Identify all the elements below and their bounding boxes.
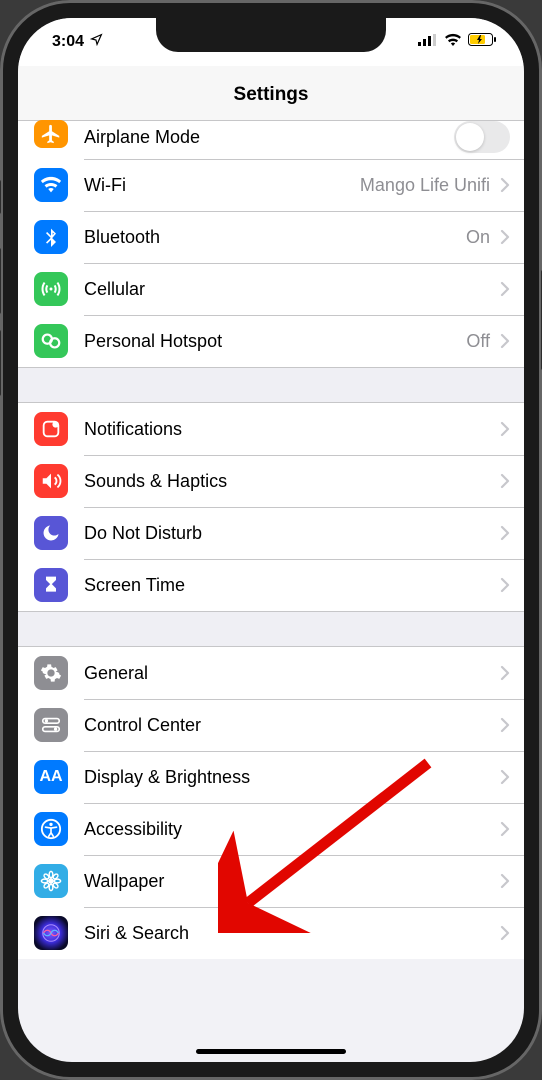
chevron-right-icon	[500, 769, 510, 785]
row-screentime[interactable]: Screen Time	[18, 559, 524, 611]
row-airplane[interactable]: Airplane Mode	[18, 121, 524, 159]
accessibility-icon	[34, 812, 68, 846]
row-label: Do Not Disturb	[84, 523, 490, 544]
row-label: Display & Brightness	[84, 767, 490, 788]
location-icon	[90, 33, 103, 51]
chevron-right-icon	[500, 577, 510, 593]
sounds-icon	[34, 464, 68, 498]
row-value: Mango Life Unifi	[360, 175, 490, 196]
group-notifications: Notifications Sounds & Haptics Do Not Dist…	[18, 403, 524, 611]
gear-icon	[34, 656, 68, 690]
airplane-switch[interactable]	[454, 121, 510, 153]
home-indicator[interactable]	[196, 1049, 346, 1054]
row-value: Off	[466, 331, 490, 352]
group-connectivity: Airplane Mode Wi-Fi Mango Life Unifi Blueto…	[18, 121, 524, 367]
row-hotspot[interactable]: Personal Hotspot Off	[18, 315, 524, 367]
row-label: Accessibility	[84, 819, 490, 840]
page-title: Settings	[18, 84, 524, 106]
volume-up-button	[0, 248, 1, 314]
row-label: Cellular	[84, 279, 490, 300]
row-wallpaper[interactable]: Wallpaper	[18, 855, 524, 907]
bluetooth-icon	[34, 220, 68, 254]
cellular-icon	[34, 272, 68, 306]
chevron-right-icon	[500, 665, 510, 681]
section-gap	[18, 611, 524, 647]
row-cellular[interactable]: Cellular	[18, 263, 524, 315]
switches-icon	[34, 708, 68, 742]
row-label: Siri & Search	[84, 923, 490, 944]
battery-icon	[468, 33, 496, 51]
phone-frame: 3:04 Settings Airplane Mod	[0, 0, 542, 1080]
chevron-right-icon	[500, 525, 510, 541]
airplane-icon	[34, 120, 68, 148]
chevron-right-icon	[500, 333, 510, 349]
wifi-icon	[34, 168, 68, 202]
row-sounds[interactable]: Sounds & Haptics	[18, 455, 524, 507]
row-notifications[interactable]: Notifications	[18, 403, 524, 455]
row-controlcenter[interactable]: Control Center	[18, 699, 524, 751]
chevron-right-icon	[500, 421, 510, 437]
silence-switch	[0, 180, 1, 214]
screen: 3:04 Settings Airplane Mod	[18, 18, 524, 1062]
chevron-right-icon	[500, 925, 510, 941]
group-general-settings: General Control Center AA Display & Brightn…	[18, 647, 524, 959]
chevron-right-icon	[500, 717, 510, 733]
row-label: Notifications	[84, 419, 490, 440]
settings-list[interactable]: Airplane Mode Wi-Fi Mango Life Unifi Blueto…	[18, 121, 524, 959]
row-wifi[interactable]: Wi-Fi Mango Life Unifi	[18, 159, 524, 211]
aa-icon: AA	[34, 760, 68, 794]
wifi-status-icon	[444, 33, 462, 51]
row-dnd[interactable]: Do Not Disturb	[18, 507, 524, 559]
hourglass-icon	[34, 568, 68, 602]
row-siri[interactable]: Siri & Search	[18, 907, 524, 959]
cell-signal-icon	[418, 33, 438, 51]
row-label: Sounds & Haptics	[84, 471, 490, 492]
row-label: Control Center	[84, 715, 490, 736]
nav-header: Settings	[18, 66, 524, 121]
siri-icon	[34, 916, 68, 950]
section-gap	[18, 367, 524, 403]
chevron-right-icon	[500, 821, 510, 837]
row-bluetooth[interactable]: Bluetooth On	[18, 211, 524, 263]
moon-icon	[34, 516, 68, 550]
row-label: Bluetooth	[84, 227, 458, 248]
row-label: Screen Time	[84, 575, 490, 596]
chevron-right-icon	[500, 229, 510, 245]
flower-icon	[34, 864, 68, 898]
row-label: Wi-Fi	[84, 175, 352, 196]
row-general[interactable]: General	[18, 647, 524, 699]
row-label: Personal Hotspot	[84, 331, 458, 352]
chevron-right-icon	[500, 473, 510, 489]
notch	[156, 18, 386, 52]
row-display[interactable]: AA Display & Brightness	[18, 751, 524, 803]
volume-down-button	[0, 330, 1, 396]
row-accessibility[interactable]: Accessibility	[18, 803, 524, 855]
chevron-right-icon	[500, 281, 510, 297]
row-label: Airplane Mode	[84, 127, 454, 148]
hotspot-icon	[34, 324, 68, 358]
chevron-right-icon	[500, 873, 510, 889]
row-label: Wallpaper	[84, 871, 490, 892]
status-time: 3:04	[52, 33, 84, 51]
row-value: On	[466, 227, 490, 248]
notifications-icon	[34, 412, 68, 446]
row-label: General	[84, 663, 490, 684]
chevron-right-icon	[500, 177, 510, 193]
